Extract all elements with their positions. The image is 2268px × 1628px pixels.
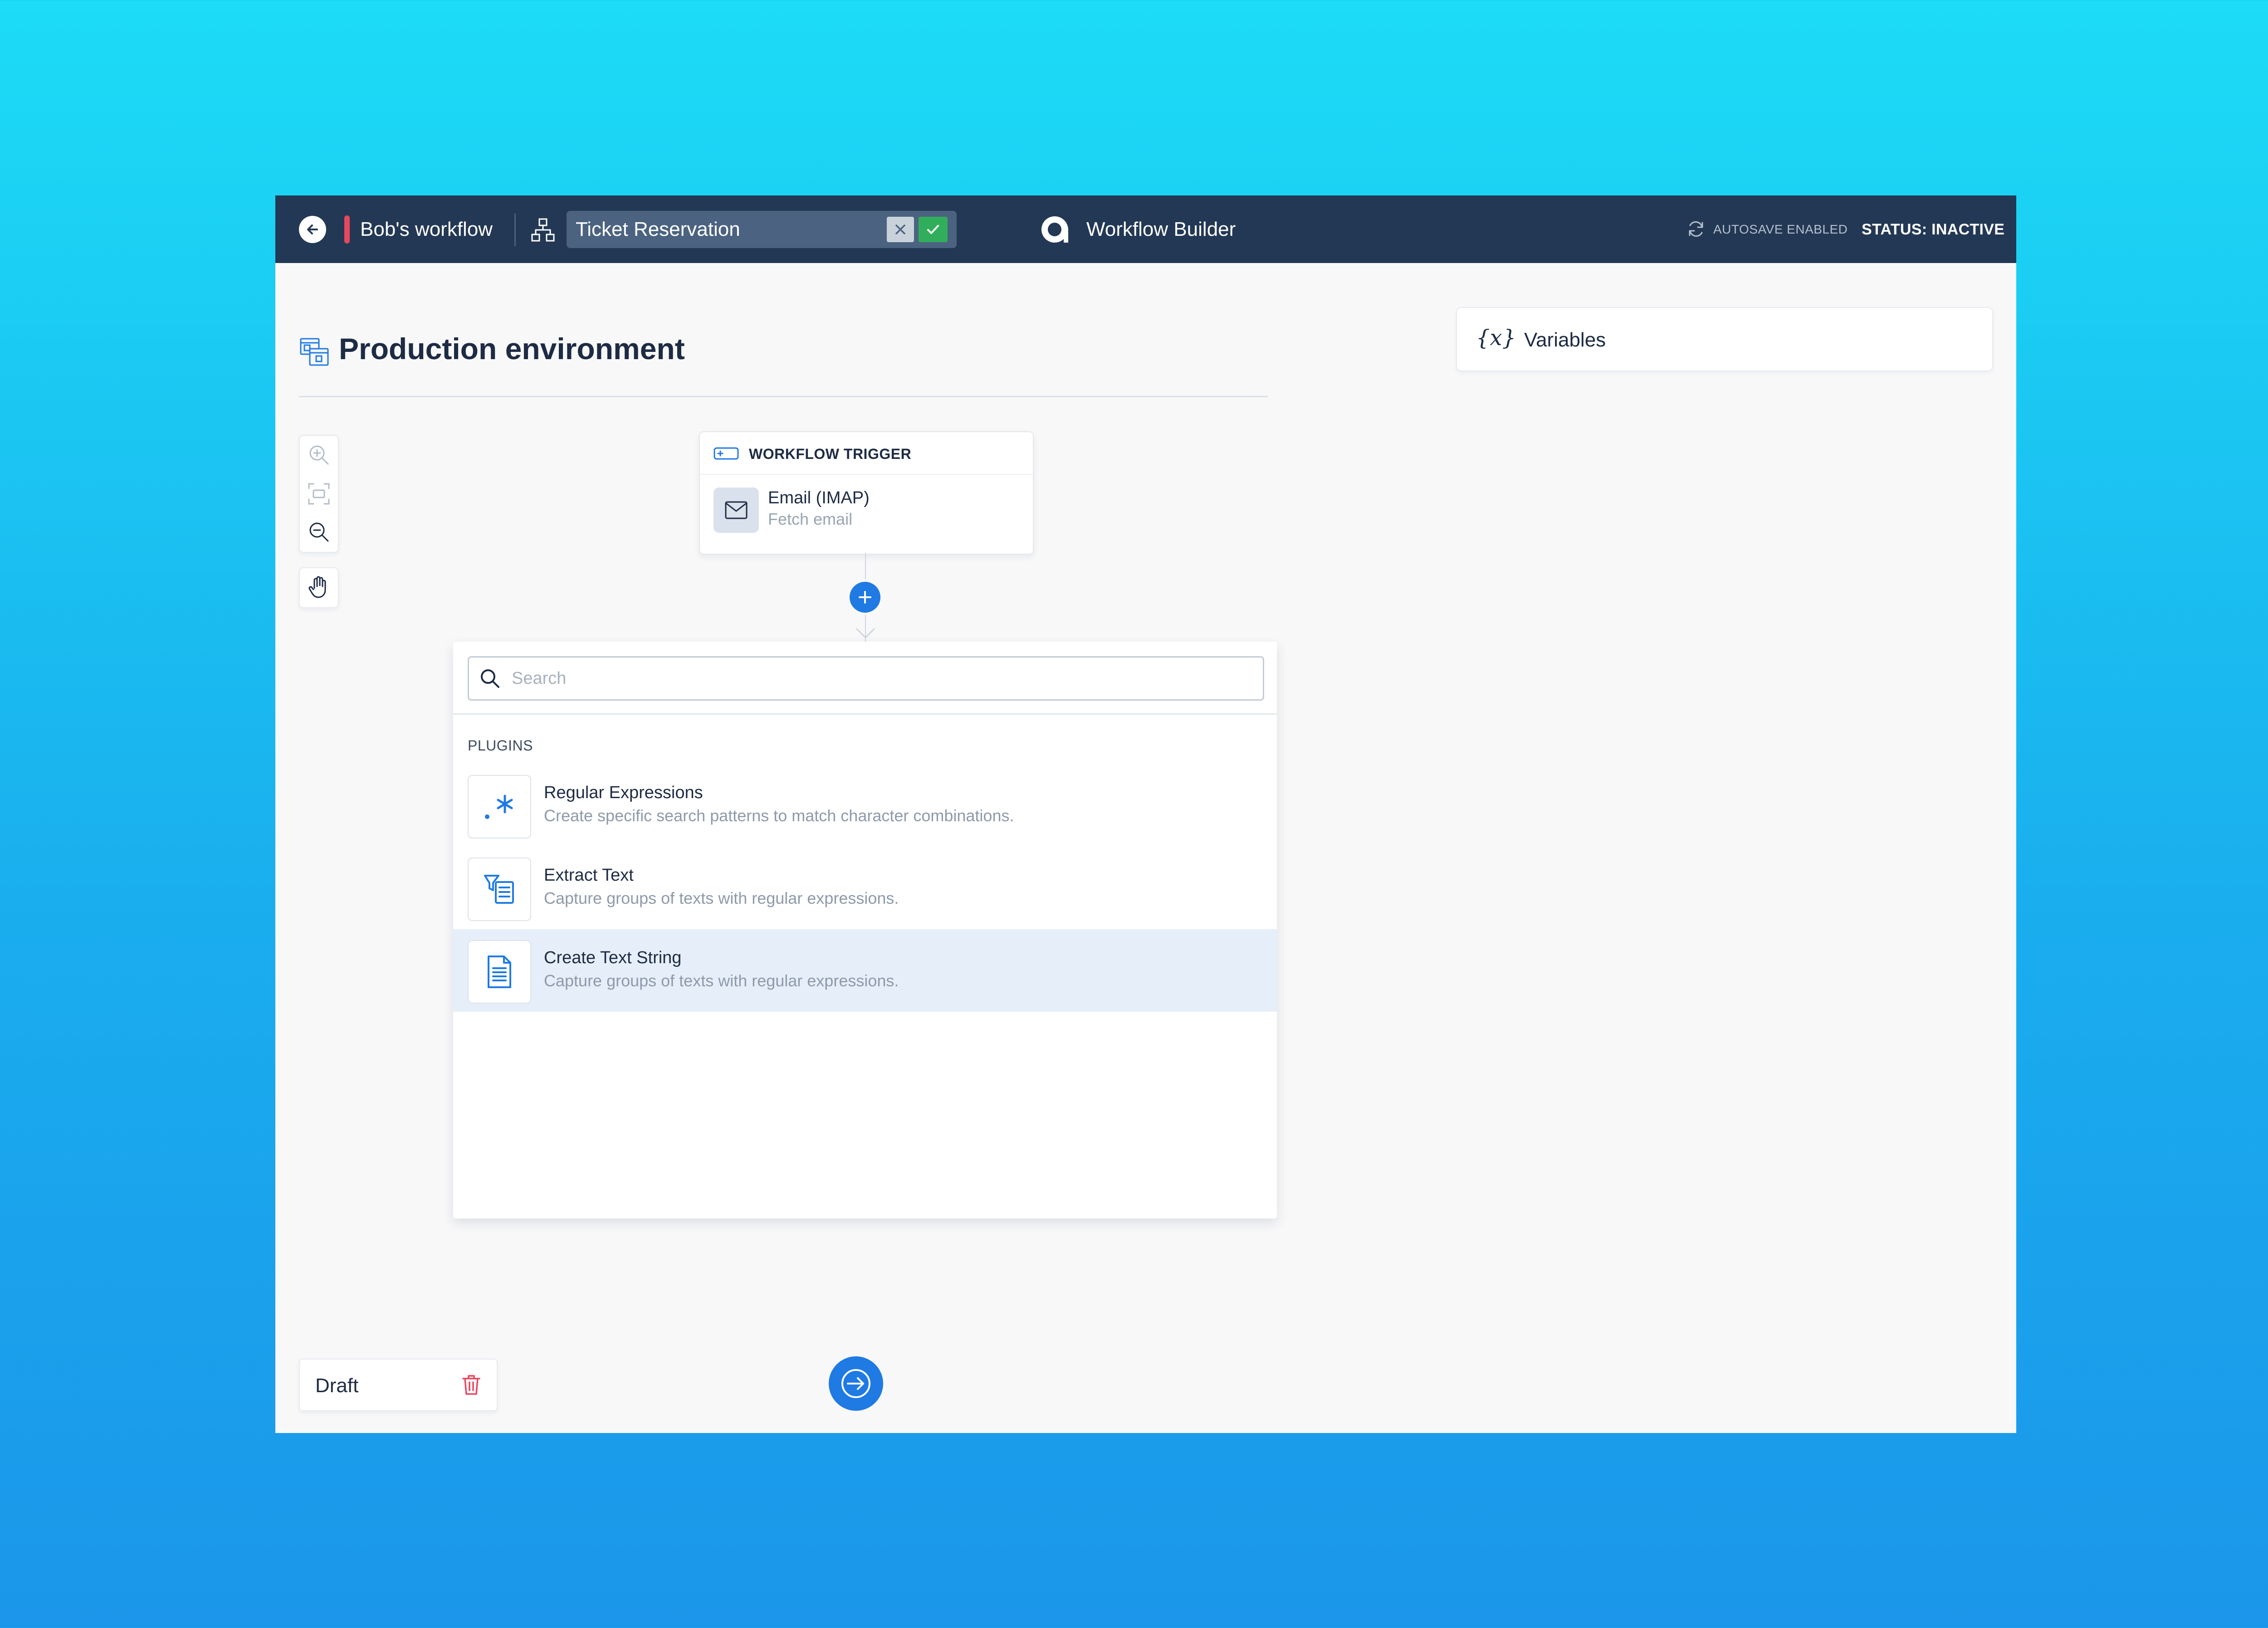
- app-window: Bob's workflow Workflow Builder: [275, 195, 2016, 1433]
- search-input[interactable]: [512, 666, 1237, 691]
- app-logo-icon: [1041, 216, 1068, 243]
- header-divider: [299, 396, 1268, 397]
- close-icon: [895, 224, 905, 234]
- trash-icon[interactable]: [460, 1373, 482, 1397]
- status-badge: STATUS: INACTIVE: [1862, 221, 2005, 238]
- workflow-trigger-card[interactable]: WORKFLOW TRIGGER Email (IMAP) Fetch emai…: [699, 431, 1034, 555]
- zoom-toolbar: [299, 435, 339, 553]
- zoom-out-icon: [309, 522, 329, 542]
- plugin-description: Capture groups of texts with regular exp…: [544, 971, 899, 990]
- top-bar: Bob's workflow Workflow Builder: [275, 195, 2016, 263]
- divider: [453, 713, 1277, 715]
- workflow-title-editor: [567, 211, 957, 248]
- trigger-subtitle: Fetch email: [768, 510, 853, 528]
- add-step-button[interactable]: [850, 582, 880, 613]
- autosave-indicator: AUTOSAVE ENABLED: [1713, 222, 1848, 236]
- document-icon: [488, 955, 511, 988]
- back-button[interactable]: [299, 216, 326, 243]
- plugin-picker: PLUGINS Regular Expressions Create speci…: [453, 642, 1277, 1219]
- refresh-icon: [1689, 221, 1703, 237]
- cancel-edit-button[interactable]: [887, 217, 914, 242]
- regex-icon: [485, 795, 513, 819]
- plugin-icon-box: [468, 858, 531, 921]
- arrow-down-icon: [856, 628, 875, 639]
- workflow-name[interactable]: Bob's workflow: [360, 218, 493, 241]
- extract-text-icon: [484, 875, 514, 904]
- trigger-title: WORKFLOW TRIGGER: [749, 446, 912, 462]
- variables-panel[interactable]: {x} Variables: [1456, 307, 1993, 371]
- plugin-icon-box: [468, 775, 531, 838]
- pan-tool-button[interactable]: [299, 567, 339, 608]
- variables-label: Variables: [1524, 329, 1606, 351]
- hand-icon: [308, 576, 326, 598]
- arrow-left-icon: [307, 224, 318, 234]
- plugin-description: Create specific search patterns to match…: [544, 806, 1014, 825]
- zoom-in-button[interactable]: [306, 442, 332, 468]
- zoom-out-button[interactable]: [306, 519, 332, 545]
- fit-screen-icon: [308, 483, 330, 505]
- plugin-name: Create Text String: [544, 948, 682, 967]
- page-title: Production environment: [339, 332, 685, 366]
- draft-card: Draft: [299, 1359, 498, 1411]
- confirm-edit-button[interactable]: [919, 217, 948, 242]
- arrow-right-circle-icon: [841, 1369, 870, 1398]
- trigger-name: Email (IMAP): [768, 488, 870, 507]
- zoom-in-icon: [309, 445, 329, 465]
- run-workflow-button[interactable]: [829, 1356, 883, 1411]
- plugin-name: Regular Expressions: [544, 783, 703, 802]
- divider: [514, 214, 516, 246]
- plugins-section-label: PLUGINS: [468, 737, 533, 754]
- fit-to-screen-button[interactable]: [306, 481, 332, 507]
- plugin-icon-box: [468, 940, 531, 1004]
- trigger-icon: [714, 447, 739, 460]
- draft-label: Draft: [315, 1375, 359, 1397]
- search-box: [468, 656, 1264, 701]
- checkmark-icon: [927, 225, 939, 234]
- app-title: Workflow Builder: [1086, 218, 1236, 240]
- plus-icon: [859, 591, 871, 604]
- mail-icon: [725, 501, 748, 519]
- variables-icon: {x}: [1476, 325, 1516, 351]
- trigger-icon-box: [714, 487, 759, 533]
- environment-icon: [300, 338, 329, 366]
- workflow-color-marker: [344, 215, 350, 244]
- plugin-description: Capture groups of texts with regular exp…: [544, 889, 899, 907]
- trigger-header: WORKFLOW TRIGGER: [700, 432, 1033, 475]
- flow-chart-icon: [531, 218, 555, 242]
- search-icon: [481, 669, 499, 688]
- plugin-name: Extract Text: [544, 866, 634, 885]
- plugin-item-regular-expressions[interactable]: Regular Expressions Create specific sear…: [453, 764, 1277, 847]
- workflow-title-input[interactable]: [576, 217, 866, 242]
- plugin-item-create-text-string[interactable]: Create Text String Capture groups of tex…: [453, 929, 1277, 1012]
- plugin-item-extract-text[interactable]: Extract Text Capture groups of texts wit…: [453, 847, 1277, 929]
